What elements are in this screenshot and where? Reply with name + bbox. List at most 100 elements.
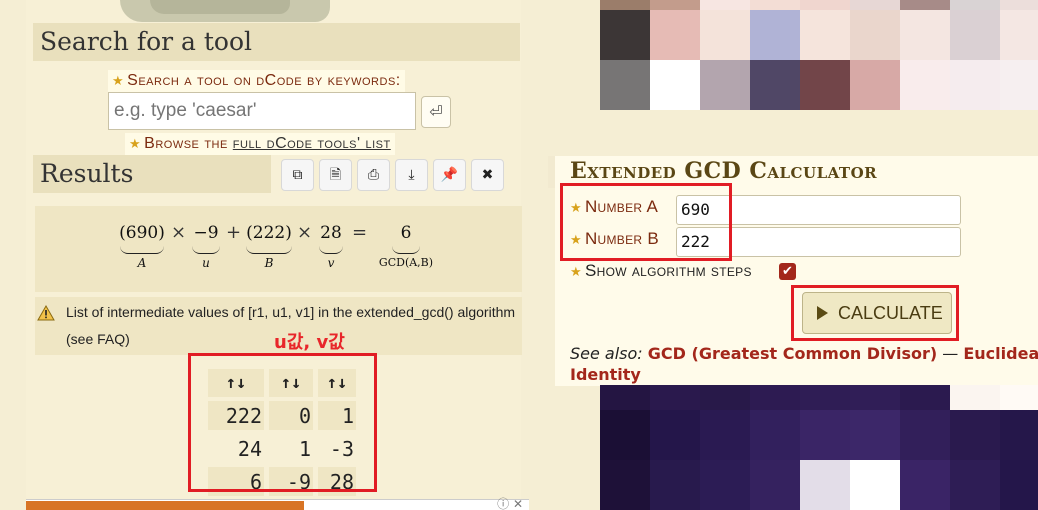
- mosaic-tile: [900, 0, 950, 10]
- mosaic-tile: [950, 460, 1000, 510]
- mosaic-tile: [800, 410, 850, 460]
- mosaic-tile: [600, 0, 650, 10]
- mosaic-tile: [1000, 410, 1038, 460]
- star-icon: ★: [112, 73, 125, 88]
- see-also-link-euclidean[interactable]: Euclidean D: [963, 344, 1038, 363]
- search-section-title: Search for a tool: [33, 23, 520, 61]
- mosaic-tile: [1000, 460, 1038, 510]
- mosaic-tile: [900, 10, 950, 60]
- mosaic-tile: [800, 460, 850, 510]
- see-also-link-gcd[interactable]: GCD (Greatest Common Divisor): [648, 344, 937, 363]
- annotation-highlight-inputs: [560, 183, 732, 261]
- browse-prefix: Browse the: [144, 135, 233, 152]
- results-section-title: Results: [33, 155, 271, 193]
- print-icon[interactable]: ⎙: [357, 159, 390, 191]
- formula-a: (690) A: [119, 223, 165, 270]
- formula-equals: =: [352, 222, 368, 243]
- formula-b: (222) B: [246, 223, 292, 270]
- enter-icon[interactable]: ⏎: [421, 96, 451, 128]
- page-margin: [0, 0, 26, 510]
- mosaic-tile: [950, 0, 1000, 10]
- mosaic-tile: [850, 0, 900, 10]
- mosaic-tile: [850, 460, 900, 510]
- search-input[interactable]: [108, 92, 416, 130]
- see-also: See also: GCD (Greatest Common Divisor) …: [570, 343, 1038, 385]
- close-icon[interactable]: ✖: [471, 159, 504, 191]
- calculator-title: Extended GCD Calculator: [570, 158, 878, 184]
- warning-icon: [37, 305, 55, 321]
- browse-tools-link[interactable]: full dCode tools' list: [233, 135, 391, 152]
- mosaic-tile: [900, 410, 950, 460]
- mosaic-tile: [650, 0, 700, 10]
- mosaic-tile: [1000, 60, 1038, 110]
- mosaic-tile: [900, 385, 950, 410]
- mosaic-tile: [800, 60, 850, 110]
- star-icon: ★: [570, 264, 582, 279]
- download-icon[interactable]: ⤓: [395, 159, 428, 191]
- mosaic-tile: [750, 460, 800, 510]
- mosaic-tile: [1000, 10, 1038, 60]
- formula-v: 28 v: [319, 223, 343, 270]
- search-label: ★ Search a tool on dCode by keywords:: [108, 70, 405, 92]
- mosaic-tile: [600, 385, 650, 410]
- formula-times: ×: [171, 222, 187, 243]
- annotation-highlight-button: [791, 285, 959, 341]
- see-also-label: See also:: [570, 344, 643, 363]
- formula-u: −9 u: [192, 223, 220, 270]
- annotation-label: u값, v값: [274, 332, 345, 353]
- mosaic-tile: [700, 60, 750, 110]
- mosaic-tile: [650, 410, 700, 460]
- mosaic-tile: [600, 10, 650, 60]
- mosaic-tile: [1000, 0, 1038, 10]
- mosaic-tile: [750, 60, 800, 110]
- mosaic-tile: [800, 10, 850, 60]
- mosaic-tile: [800, 0, 850, 10]
- browse-tools-line: ★ Browse the full dCode tools' list: [125, 133, 395, 155]
- mosaic-tile: [900, 460, 950, 510]
- see-also-separator: —: [937, 344, 964, 363]
- ad-close-icon[interactable]: ⓘ ✕: [497, 495, 523, 510]
- mosaic-tile: [950, 385, 1000, 410]
- show-steps-label: ★ Show algorithm steps: [570, 261, 752, 280]
- formula-plus: +: [226, 222, 242, 243]
- see-also-link-identity[interactable]: Identity: [570, 365, 641, 384]
- mosaic-tile: [650, 60, 700, 110]
- mosaic-tile: [900, 60, 950, 110]
- pixelated-image-bottom: [600, 385, 1038, 510]
- ad-banner: ⓘ ✕: [26, 497, 529, 510]
- mosaic-tile: [650, 10, 700, 60]
- copy-icon[interactable]: ⧉: [281, 159, 314, 191]
- mosaic-tile: [600, 60, 650, 110]
- mosaic-tile: [750, 385, 800, 410]
- mosaic-tile: [600, 460, 650, 510]
- column-gutter: [521, 0, 540, 510]
- mosaic-tile: [700, 410, 750, 460]
- mosaic-tile: [850, 60, 900, 110]
- mosaic-tile: [700, 460, 750, 510]
- mosaic-tile: [600, 410, 650, 460]
- mosaic-tile: [750, 10, 800, 60]
- search-label-text: Search a tool on dCode by keywords:: [127, 72, 401, 89]
- mosaic-tile: [850, 10, 900, 60]
- mosaic-tile: [750, 0, 800, 10]
- annotation-highlight-table: [188, 353, 377, 492]
- archive-icon[interactable]: 🗎: [319, 159, 352, 191]
- mosaic-tile: [950, 60, 1000, 110]
- mosaic-tile: [800, 385, 850, 410]
- mosaic-tile: [700, 10, 750, 60]
- mosaic-tile: [650, 460, 700, 510]
- mosaic-tile: [700, 0, 750, 10]
- results-toolbar: ⧉ 🗎 ⎙ ⤓ 📌 ✖: [281, 159, 509, 191]
- mosaic-tile: [850, 410, 900, 460]
- ad-banner-image: [26, 501, 304, 510]
- pixelated-image-top: [600, 0, 1038, 110]
- mosaic-tile: [950, 10, 1000, 60]
- mosaic-tile: [1000, 385, 1038, 410]
- header-illustration-shade: [150, 0, 290, 14]
- pin-icon[interactable]: 📌: [433, 159, 466, 191]
- mosaic-tile: [950, 410, 1000, 460]
- mosaic-tile: [750, 410, 800, 460]
- show-steps-checkbox[interactable]: ✔: [779, 263, 796, 280]
- formula-gcd: 6 GCD(A,B): [378, 223, 434, 269]
- mosaic-tile: [700, 385, 750, 410]
